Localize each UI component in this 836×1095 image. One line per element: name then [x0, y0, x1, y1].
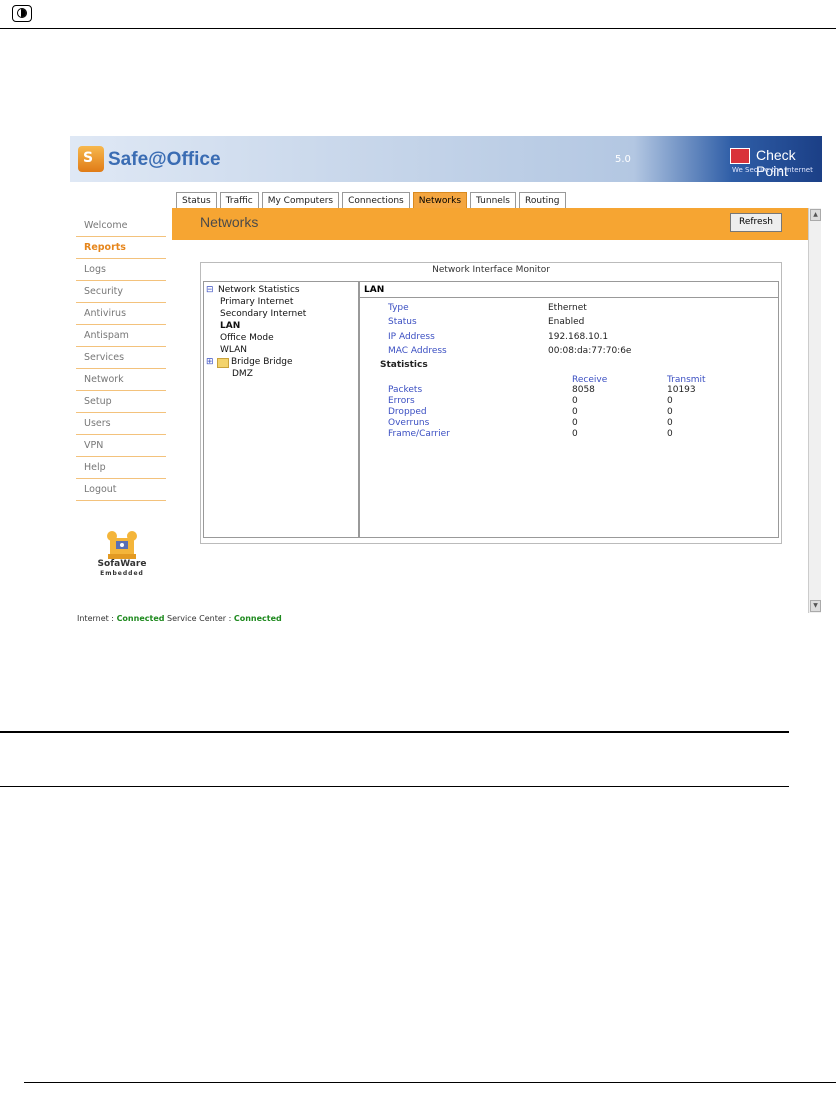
- internet-status-label: Internet :: [77, 614, 115, 623]
- sidebar-item-welcome[interactable]: Welcome: [70, 216, 166, 238]
- tree-item-primary-internet[interactable]: Primary Internet: [220, 297, 293, 307]
- stat-label-dropped: Dropped: [388, 407, 427, 417]
- sidebar-item-logout[interactable]: Logout: [70, 480, 166, 502]
- section-rule-bottom: [0, 786, 789, 787]
- stat-label-frame-carrier: Frame/Carrier: [388, 429, 450, 439]
- stat-label-packets: Packets: [388, 385, 423, 395]
- detail-divider: [360, 297, 778, 298]
- tree-item-bridge[interactable]: Bridge Bridge: [231, 357, 293, 367]
- tree-item-wlan[interactable]: WLAN: [220, 345, 247, 355]
- section-rule-top: [0, 731, 789, 733]
- sidebar-item-services[interactable]: Services: [70, 348, 166, 370]
- monitor-title: Network Interface Monitor: [432, 265, 550, 275]
- stat-transmit-dropped: 0: [667, 407, 673, 417]
- stat-transmit-errors: 0: [667, 396, 673, 406]
- service-center-value: Connected: [233, 614, 282, 623]
- internet-status-value: Connected: [116, 614, 165, 623]
- document-header-icon: [12, 5, 32, 22]
- sidebar-item-users[interactable]: Users: [70, 414, 166, 436]
- sidebar-item-security[interactable]: Security: [70, 282, 166, 304]
- tree-item-dmz[interactable]: DMZ: [232, 369, 253, 379]
- stat-label-errors: Errors: [388, 396, 415, 406]
- stat-label-overruns: Overruns: [388, 418, 430, 428]
- tree-item-secondary-internet[interactable]: Secondary Internet: [220, 309, 306, 319]
- tree-item-network-statistics[interactable]: Network Statistics: [218, 285, 300, 295]
- app-window: S Safe@Office 5.0 Check Point We Secure …: [70, 136, 822, 627]
- interface-detail-panel: LAN Type Ethernet Status Enabled IP Addr…: [359, 281, 779, 538]
- brand-name: SofaWare: [97, 559, 147, 569]
- app-version: 5.0: [615, 154, 631, 165]
- transmit-header: Transmit: [667, 375, 706, 385]
- sidebar-item-logs[interactable]: Logs: [70, 260, 166, 282]
- sidebar-item-antivirus[interactable]: Antivirus: [70, 304, 166, 326]
- header-divider: [0, 28, 836, 29]
- footer-rule: [24, 1082, 836, 1083]
- vendor-name: Check Point: [756, 147, 796, 179]
- brand-subtitle: Embedded: [100, 570, 144, 577]
- safe-office-logo-icon: S: [78, 146, 104, 172]
- property-label-mac-address: MAC Address: [388, 346, 447, 356]
- stat-transmit-packets: 10193: [667, 385, 696, 395]
- logo-letter: S: [83, 150, 94, 166]
- tree-collapse-icon[interactable]: ⊟: [206, 285, 214, 295]
- tree-item-office-mode[interactable]: Office Mode: [220, 333, 274, 343]
- vertical-scrollbar[interactable]: ▲ ▼: [808, 208, 821, 613]
- app-banner: S Safe@Office 5.0 Check Point We Secure …: [70, 136, 822, 182]
- network-interface-monitor: Network Interface Monitor ⊟ Network Stat…: [200, 262, 782, 544]
- property-label-status: Status: [388, 317, 417, 327]
- property-label-ip-address: IP Address: [388, 332, 435, 342]
- sidebar-item-antispam[interactable]: Antispam: [70, 326, 166, 348]
- property-value-mac-address: 00:08:da:77:70:6e: [548, 346, 632, 356]
- stat-receive-dropped: 0: [572, 407, 578, 417]
- receive-header: Receive: [572, 375, 608, 385]
- property-label-type: Type: [388, 303, 409, 313]
- folder-icon: [217, 358, 229, 368]
- tree-item-lan[interactable]: LAN: [220, 321, 240, 331]
- stat-receive-frame-carrier: 0: [572, 429, 578, 439]
- connection-status-bar: Internet : Connected Service Center : Co…: [77, 614, 282, 623]
- sidebar-item-vpn[interactable]: VPN: [70, 436, 166, 458]
- scroll-up-icon[interactable]: ▲: [810, 209, 821, 221]
- tree-expand-icon[interactable]: ⊞: [206, 357, 214, 367]
- sidebar-item-network[interactable]: Network: [70, 370, 166, 392]
- stat-transmit-overruns: 0: [667, 418, 673, 428]
- vendor-tagline: We Secure the Internet: [732, 166, 813, 174]
- app-title: Safe@Office: [108, 149, 221, 170]
- statistics-heading: Statistics: [380, 360, 428, 370]
- property-value-ip-address: 192.168.10.1: [548, 332, 609, 342]
- service-center-label: Service Center :: [167, 614, 232, 623]
- detail-title: LAN: [364, 285, 385, 295]
- stat-receive-errors: 0: [572, 396, 578, 406]
- sidebar: Welcome Reports Logs Security Antivirus …: [70, 216, 166, 502]
- stat-receive-packets: 8058: [572, 385, 595, 395]
- property-value-type: Ethernet: [548, 303, 587, 313]
- check-point-logo-icon: [730, 148, 750, 164]
- sidebar-item-setup[interactable]: Setup: [70, 392, 166, 414]
- property-value-status: Enabled: [548, 317, 585, 327]
- section-header-bar: Networks Refresh: [172, 208, 808, 240]
- sidebar-item-help[interactable]: Help: [70, 458, 166, 480]
- stat-receive-overruns: 0: [572, 418, 578, 428]
- refresh-button[interactable]: Refresh: [730, 213, 782, 232]
- page-title: Networks: [200, 214, 259, 230]
- network-tree: ⊟ Network Statistics Primary Internet Se…: [203, 281, 359, 538]
- scroll-down-icon[interactable]: ▼: [810, 600, 821, 612]
- sidebar-item-reports[interactable]: Reports: [70, 238, 166, 260]
- stat-transmit-frame-carrier: 0: [667, 429, 673, 439]
